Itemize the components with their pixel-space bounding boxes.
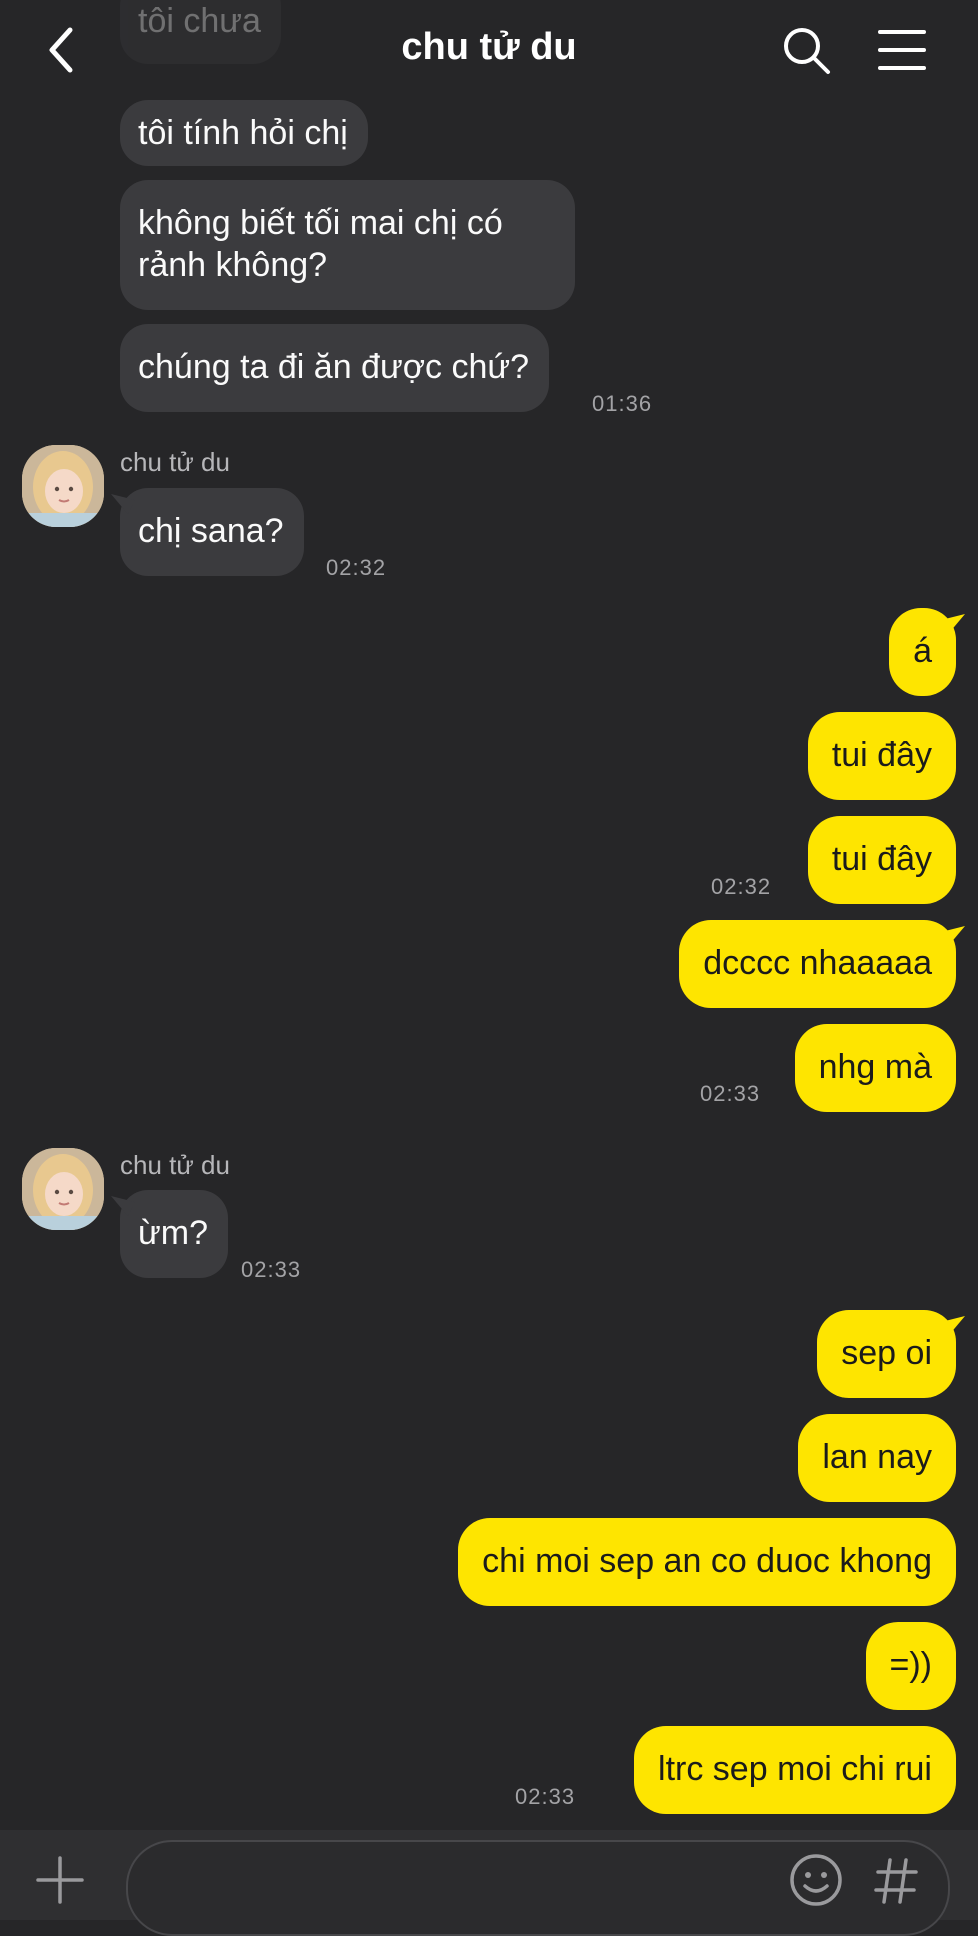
message-bubble-incoming[interactable]: tôi tính hỏi chị xyxy=(120,100,368,166)
chat-area[interactable]: tôi chưa tôi tính hỏi chị không biết tối… xyxy=(0,0,978,1830)
message-text: chi moi sep an co duoc khong xyxy=(482,1542,932,1580)
message-timestamp: 02:32 xyxy=(326,555,387,580)
message-bubble-outgoing[interactable]: lan nay xyxy=(798,1414,956,1502)
message-bubble-incoming[interactable]: chị sana? xyxy=(120,488,304,576)
message-bubble-incoming[interactable]: ừm? xyxy=(120,1190,228,1278)
message-text: tui đây xyxy=(831,840,932,878)
hamburger-menu-icon xyxy=(878,30,926,70)
message-bubble-outgoing[interactable]: tui đây xyxy=(807,816,956,904)
message-bubble-outgoing[interactable]: ltrc sep moi chi rui xyxy=(634,1726,956,1814)
message-timestamp: 02:33 xyxy=(241,1257,302,1282)
emoji-button[interactable] xyxy=(788,1852,844,1908)
message-text: lan nay xyxy=(822,1438,932,1476)
message-timestamp: 02:33 xyxy=(700,1081,761,1106)
message-timestamp: 02:33 xyxy=(515,1784,576,1809)
message-bubble-outgoing[interactable]: tui đây xyxy=(807,712,956,800)
message-text: dcccc nhaaaaa xyxy=(703,944,932,982)
message-text: nhg mà xyxy=(818,1048,932,1086)
avatar[interactable] xyxy=(22,1148,104,1230)
message-text: ừm? xyxy=(138,1214,208,1252)
message-bubble-incoming[interactable]: chúng ta đi ăn được chứ? xyxy=(120,324,550,412)
attach-button[interactable] xyxy=(32,1852,88,1908)
message-bubble-outgoing[interactable]: sep oi xyxy=(817,1310,956,1398)
message-bubble-outgoing[interactable]: dcccc nhaaaaa xyxy=(679,920,956,1008)
search-button[interactable] xyxy=(778,22,834,78)
search-icon xyxy=(784,28,830,74)
message-text: =)) xyxy=(889,1646,933,1684)
avatar[interactable] xyxy=(22,445,104,527)
chat-header: chu tử du xyxy=(0,0,978,104)
message-input[interactable] xyxy=(126,1840,950,1936)
avatar-image xyxy=(22,1148,104,1230)
message-timestamp: 02:32 xyxy=(711,874,772,899)
message-text: chị sana? xyxy=(138,512,284,550)
composer-bar xyxy=(0,1830,978,1936)
plus-icon xyxy=(36,1856,84,1904)
message-text: không biết tối mai chị có rảnh không? xyxy=(138,204,503,284)
menu-button[interactable] xyxy=(874,22,930,78)
message-bubble-incoming[interactable]: không biết tối mai chị có rảnh không? xyxy=(120,180,575,310)
message-bubble-outgoing[interactable]: nhg mà xyxy=(794,1024,956,1112)
message-text: ltrc sep moi chi rui xyxy=(658,1750,932,1788)
message-bubble-outgoing[interactable]: chi moi sep an co duoc khong xyxy=(458,1518,956,1606)
message-bubble-outgoing[interactable]: á xyxy=(889,608,956,696)
hashtag-button[interactable] xyxy=(868,1852,924,1908)
message-bubble-outgoing[interactable]: =)) xyxy=(865,1622,956,1710)
sender-name: chu tử du xyxy=(120,1150,230,1180)
message-text: á xyxy=(913,632,932,670)
sender-name: chu tử du xyxy=(120,447,230,477)
avatar-image xyxy=(22,445,104,527)
hashtag-icon xyxy=(874,1858,918,1904)
message-timestamp: 01:36 xyxy=(592,391,653,416)
smiley-icon xyxy=(790,1854,842,1906)
message-text: chúng ta đi ăn được chứ? xyxy=(138,348,530,386)
message-text: sep oi xyxy=(841,1334,932,1372)
message-text: tôi tính hỏi chị xyxy=(138,114,348,152)
message-text: tui đây xyxy=(831,736,932,774)
